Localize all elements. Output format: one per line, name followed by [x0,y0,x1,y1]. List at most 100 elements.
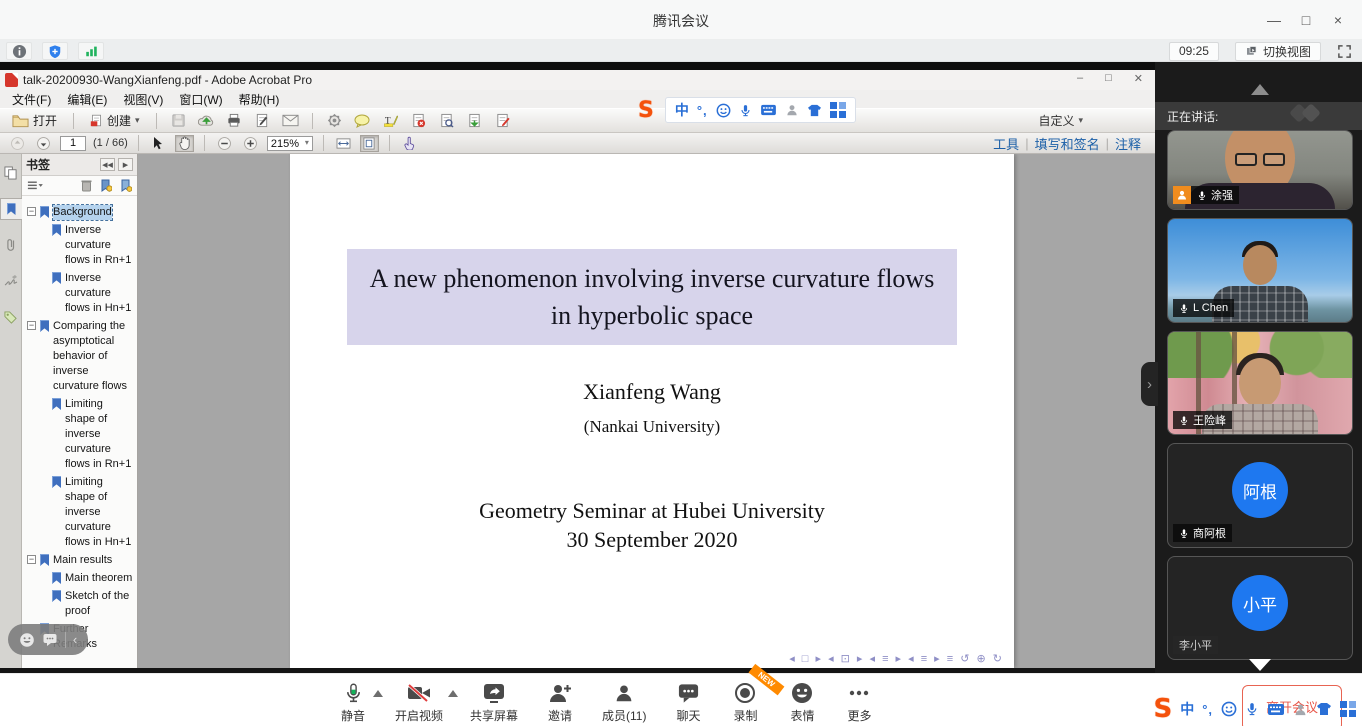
share-screen-button[interactable]: 共享屏幕 [470,680,518,724]
ime-punctuation-mode[interactable]: °, [697,103,708,118]
zoom-level-select[interactable]: 215%▾ [267,136,313,151]
ime-voice-icon[interactable] [1245,701,1259,717]
ime-keyboard-icon[interactable] [760,104,777,116]
collapse-expander-icon[interactable]: − [27,321,36,330]
print-icon[interactable] [225,112,244,129]
zoom-in-button[interactable] [241,135,260,152]
tab-fill-sign[interactable]: 填写和签名 [1035,134,1100,153]
scroll-down-arrow[interactable] [1249,659,1271,671]
share-upload-icon[interactable] [197,112,216,129]
video-options-arrow[interactable] [448,690,458,697]
participant-tile[interactable]: 阿根 商阿根 [1167,443,1353,548]
participant-tile[interactable]: 王险峰 [1167,331,1353,435]
ime-punctuation-mode[interactable]: °, [1202,702,1213,717]
ime-skin-icon[interactable] [807,104,822,117]
previous-page-button[interactable] [8,135,27,152]
ime-language-mode[interactable]: 中 [1180,699,1194,719]
participant-tile[interactable]: 小平 李小平 [1167,556,1353,660]
acrobat-close-button[interactable]: ✕ [1134,72,1143,85]
maximize-button[interactable]: □ [1290,6,1322,34]
bookmark-item[interactable]: Inverse curvature flows in Rn+1 [27,223,134,268]
ime-skin-icon[interactable] [1316,702,1332,716]
sogou-logo-icon[interactable]: S [638,98,654,123]
tab-tools[interactable]: 工具 [993,134,1019,153]
bookmark-item[interactable]: −Comparing the asymptotical behavior of … [27,319,134,394]
menu-help[interactable]: 帮助(H) [231,90,288,109]
bookmark-options-button[interactable] [27,180,43,191]
mute-button[interactable]: 静音 [338,680,368,724]
ime-emoji-icon[interactable] [716,103,731,118]
fit-width-button[interactable] [334,135,353,152]
close-button[interactable]: × [1322,6,1354,34]
menu-window[interactable]: 窗口(W) [171,90,230,109]
chat-bubble-icon[interactable] [42,632,58,647]
touch-mode-button[interactable] [400,135,419,152]
expand-panel-button[interactable]: ▶ [118,158,133,171]
acrobat-maximize-button[interactable]: □ [1105,72,1112,85]
signatures-icon[interactable] [1,270,21,292]
menu-file[interactable]: 文件(F) [4,90,59,109]
page-number-input[interactable]: 1 [60,136,86,151]
ime-account-icon[interactable] [785,103,799,117]
participant-tile[interactable]: 涂强 [1167,130,1353,210]
settings-gear-icon[interactable] [325,112,344,129]
hand-tool-button[interactable] [175,135,194,152]
ime-toolbox-icon[interactable] [830,102,846,118]
attachments-icon[interactable] [1,234,21,256]
collapse-pill-chevron[interactable]: ‹ [73,632,77,647]
bookmark-item[interactable]: −Background [27,205,134,220]
start-video-button[interactable]: 开启视频 [395,680,443,724]
sogou-logo-icon[interactable]: S [1153,694,1172,724]
collapse-expander-icon[interactable]: − [27,207,36,216]
bookmark-item[interactable]: Limiting shape of inverse curvature flow… [27,397,134,472]
ime-keyboard-icon[interactable] [1267,703,1285,716]
emoji-button[interactable]: 表情 [787,680,817,724]
new-bookmark-icon[interactable] [100,179,112,192]
emoji-reaction-icon[interactable] [19,632,35,648]
ime-toolbox-icon[interactable] [1340,701,1356,717]
members-button[interactable]: 成员(11) [602,680,646,724]
customize-button[interactable]: 自定义▾ [1038,112,1147,129]
participant-tile[interactable]: L Chen [1167,218,1353,323]
collapse-panel-button[interactable]: ◀◀ [100,158,115,171]
more-button[interactable]: 更多 [844,680,874,724]
delete-bookmark-icon[interactable] [81,179,92,192]
page-thumbnails-icon[interactable] [1,162,21,184]
ime-emoji-icon[interactable] [1221,701,1237,717]
comment-icon[interactable] [353,112,372,129]
acrobat-minimize-button[interactable]: – [1077,72,1083,85]
bookmark-item[interactable]: Inverse curvature flows in Hn+1 [27,271,134,316]
delete-pages-icon[interactable] [409,112,428,129]
beamer-navigation-icons[interactable]: ◂ □ ▸ ◂ ⊡ ▸ ◂ ≡ ▸ ◂ ≡ ▸ ≡ ↺ ⊕ ↻ [789,652,1004,665]
menu-view[interactable]: 视图(V) [115,90,171,109]
network-signal-icon[interactable] [78,42,104,60]
open-button[interactable]: 打开 [8,111,61,130]
document-view[interactable]: A new phenomenon involving inverse curva… [138,154,1155,668]
export-pages-icon[interactable] [465,112,484,129]
invite-button[interactable]: 邀请 [545,680,575,724]
save-icon[interactable] [169,112,188,129]
search-pages-icon[interactable] [437,112,456,129]
bookmark-item[interactable]: Sketch of the proof [27,589,134,619]
ime-account-icon[interactable] [1293,702,1308,717]
highlight-icon[interactable]: T [381,112,400,129]
panel-collapse-handle[interactable]: › [1141,362,1158,406]
security-shield-icon[interactable] [42,42,68,60]
chat-button[interactable]: 聊天 [673,680,703,724]
sign-icon[interactable] [253,112,272,129]
record-button[interactable]: 录制 NEW [730,680,760,724]
zoom-out-button[interactable] [215,135,234,152]
collapse-expander-icon[interactable]: − [27,555,36,564]
meeting-info-icon[interactable] [6,42,32,60]
new-bookmark-alt-icon[interactable] [120,179,132,192]
bookmark-item[interactable]: Limiting shape of inverse curvature flow… [27,475,134,550]
ime-voice-icon[interactable] [739,103,752,118]
tags-icon[interactable] [1,306,21,328]
create-button[interactable]: 创建▾ [86,111,144,130]
email-icon[interactable] [281,112,300,129]
switch-view-button[interactable]: 切换视图 [1235,42,1321,61]
select-tool-button[interactable] [149,135,168,152]
bookmark-item[interactable]: −Main results [27,553,134,568]
bookmark-item[interactable]: Main theorem [27,571,134,586]
fit-page-button[interactable] [360,135,379,152]
